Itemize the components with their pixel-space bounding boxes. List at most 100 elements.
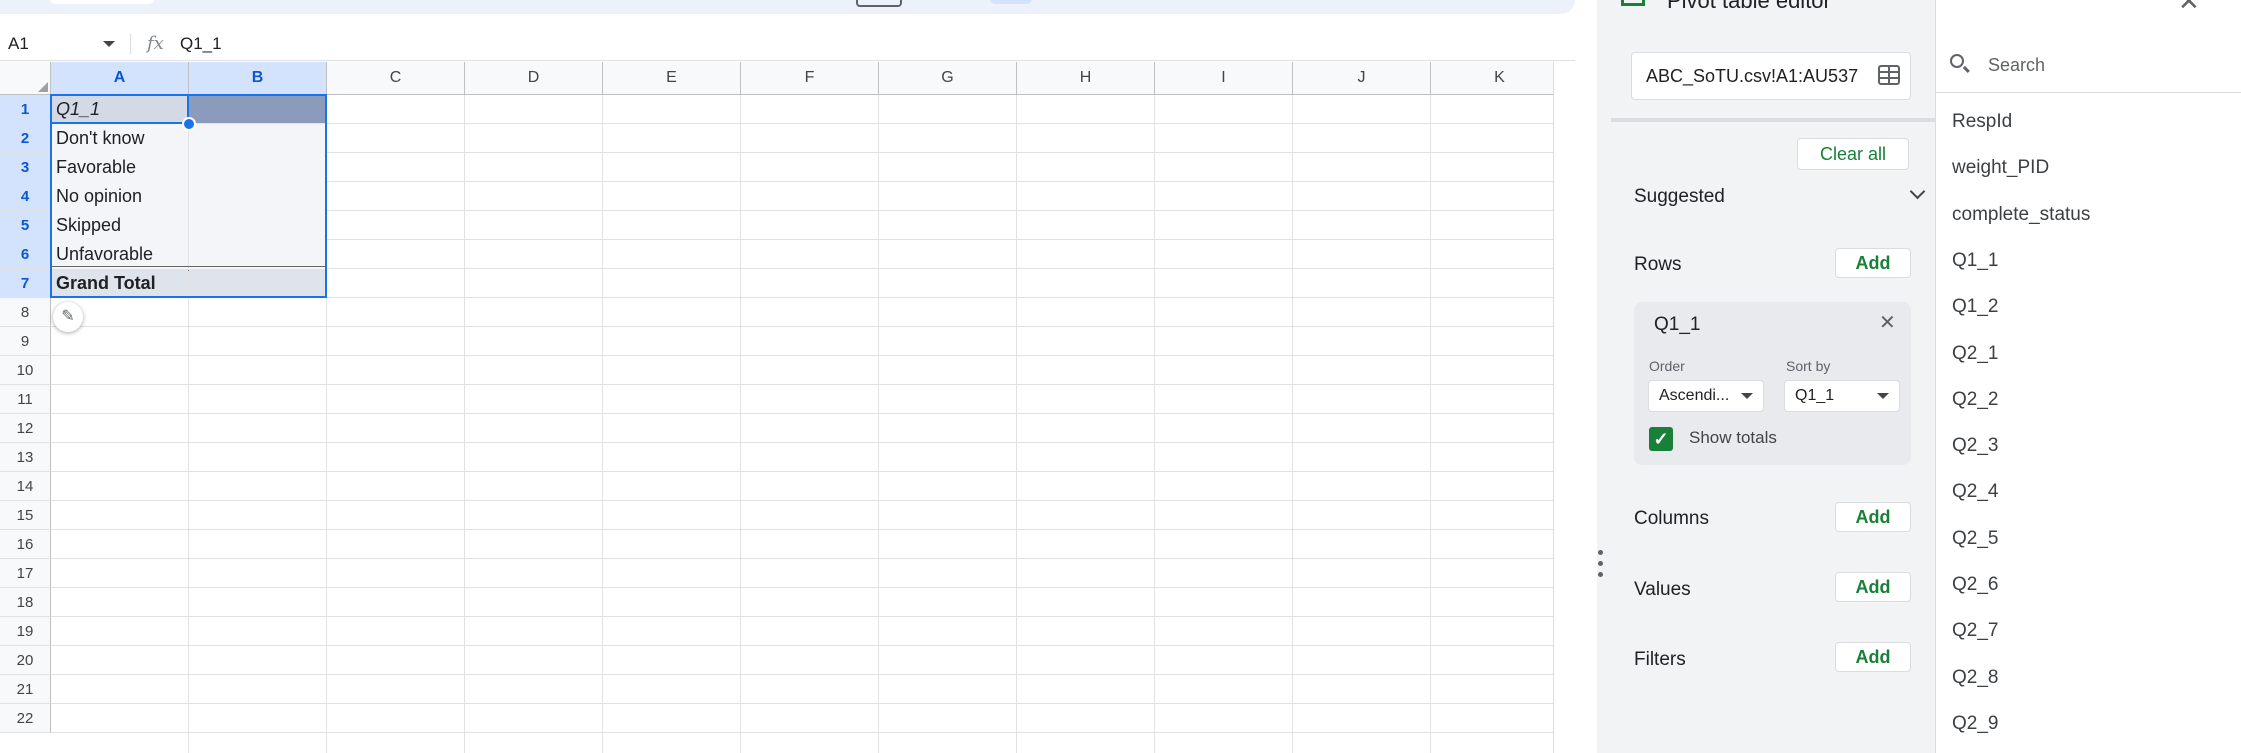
field-item[interactable]: weight_PID bbox=[1952, 157, 2049, 179]
chevron-down-icon bbox=[1741, 393, 1753, 399]
column-header-d[interactable]: D bbox=[465, 62, 603, 95]
toolbar-button[interactable] bbox=[856, 0, 902, 7]
cell-a7[interactable]: Grand Total bbox=[51, 269, 188, 297]
cell-b1[interactable] bbox=[189, 95, 326, 123]
gridline bbox=[51, 471, 1553, 472]
pivot-table-editor: Pivot table editor ABC_SoTU.csv!A1:AU537… bbox=[1597, 0, 2241, 753]
gridline bbox=[51, 587, 1553, 588]
row-field-name: Q1_1 bbox=[1654, 314, 1701, 335]
column-header-a[interactable]: A bbox=[51, 62, 189, 95]
order-label: Order bbox=[1649, 358, 1685, 374]
field-item[interactable]: Q2_7 bbox=[1952, 620, 1998, 642]
field-item[interactable]: Q2_3 bbox=[1952, 435, 1998, 457]
add-values-button[interactable]: Add bbox=[1835, 572, 1911, 602]
row-header-7[interactable]: 7 bbox=[0, 269, 51, 298]
field-item[interactable]: Q2_8 bbox=[1952, 667, 1998, 689]
gridline bbox=[740, 95, 741, 753]
panel-resize-handle[interactable] bbox=[1597, 550, 1605, 584]
gridline bbox=[1292, 95, 1293, 753]
column-header-k[interactable]: K bbox=[1431, 62, 1553, 95]
show-totals-checkbox[interactable]: ✓ bbox=[1649, 427, 1673, 451]
row-header-20[interactable]: 20 bbox=[0, 646, 51, 675]
row-header-15[interactable]: 15 bbox=[0, 501, 51, 530]
row-header-18[interactable]: 18 bbox=[0, 588, 51, 617]
name-box[interactable]: A1 bbox=[8, 28, 118, 60]
field-item[interactable]: Q2_6 bbox=[1952, 574, 1998, 596]
suggested-label[interactable]: Suggested bbox=[1634, 186, 1725, 208]
column-header-h[interactable]: H bbox=[1017, 62, 1155, 95]
data-range-field[interactable]: ABC_SoTU.csv!A1:AU537 bbox=[1631, 52, 1911, 100]
field-item[interactable]: Q2_2 bbox=[1952, 389, 1998, 411]
row-header-10[interactable]: 10 bbox=[0, 356, 51, 385]
column-header-c[interactable]: C bbox=[327, 62, 465, 95]
field-item[interactable]: Q1_1 bbox=[1952, 250, 1998, 272]
grid-select-icon[interactable] bbox=[1878, 65, 1900, 85]
column-header-b[interactable]: B bbox=[189, 62, 327, 95]
fill-handle[interactable] bbox=[182, 117, 196, 131]
formula-input[interactable]: Q1_1 bbox=[180, 28, 222, 60]
row-header-19[interactable]: 19 bbox=[0, 617, 51, 646]
row-header-1[interactable]: 1 bbox=[0, 95, 51, 124]
toolbar-button-active[interactable] bbox=[990, 0, 1032, 4]
toolbar-pill[interactable] bbox=[50, 0, 154, 4]
gridline bbox=[51, 616, 1553, 617]
row-header-14[interactable]: 14 bbox=[0, 472, 51, 501]
gridline bbox=[51, 384, 1553, 385]
field-item[interactable]: complete_status bbox=[1952, 204, 2090, 226]
row-header-6[interactable]: 6 bbox=[0, 240, 51, 269]
add-columns-button[interactable]: Add bbox=[1835, 502, 1911, 532]
field-item[interactable]: Q2_1 bbox=[1952, 343, 1998, 365]
row-header-11[interactable]: 11 bbox=[0, 385, 51, 414]
active-cell bbox=[50, 94, 189, 124]
row-header-8[interactable]: 8 bbox=[0, 298, 51, 327]
select-all-corner[interactable] bbox=[0, 62, 51, 95]
row-header-9[interactable]: 9 bbox=[0, 327, 51, 356]
sort-by-dropdown[interactable]: Q1_1 bbox=[1784, 380, 1900, 412]
row-header-17[interactable]: 17 bbox=[0, 559, 51, 588]
clear-all-button[interactable]: Clear all bbox=[1797, 138, 1909, 170]
column-header-g[interactable]: G bbox=[879, 62, 1017, 95]
field-item[interactable]: Q2_4 bbox=[1952, 481, 1998, 503]
cell-b7[interactable] bbox=[189, 269, 326, 297]
pencil-icon[interactable]: ✎ bbox=[53, 302, 83, 332]
row-header-16[interactable]: 16 bbox=[0, 530, 51, 559]
search-icon bbox=[1950, 54, 1964, 68]
add-rows-button[interactable]: Add bbox=[1835, 248, 1911, 278]
field-search-input[interactable] bbox=[1986, 50, 2230, 80]
column-header-f[interactable]: F bbox=[741, 62, 879, 95]
row-header-5[interactable]: 5 bbox=[0, 211, 51, 240]
field-item[interactable]: RespId bbox=[1952, 111, 2012, 133]
close-icon[interactable]: ✕ bbox=[2178, 0, 2200, 17]
cell-a2[interactable]: Don't know bbox=[51, 124, 188, 152]
order-dropdown[interactable]: Ascendi... bbox=[1648, 380, 1764, 412]
gridline bbox=[51, 703, 1553, 704]
close-icon[interactable]: ✕ bbox=[1879, 310, 1896, 335]
rows-label: Rows bbox=[1634, 254, 1682, 275]
column-header-e[interactable]: E bbox=[603, 62, 741, 95]
gridline bbox=[51, 500, 1553, 501]
field-item[interactable]: Q2_5 bbox=[1952, 528, 1998, 550]
cell-a6[interactable]: Unfavorable bbox=[51, 240, 188, 268]
column-header-j[interactable]: J bbox=[1293, 62, 1431, 95]
row-header-4[interactable]: 4 bbox=[0, 182, 51, 211]
cell-a4[interactable]: No opinion bbox=[51, 182, 188, 210]
row-header-2[interactable]: 2 bbox=[0, 124, 51, 153]
fx-icon: fx bbox=[147, 33, 164, 54]
cell-a3[interactable]: Favorable bbox=[51, 153, 188, 181]
row-header-22[interactable]: 22 bbox=[0, 704, 51, 733]
spreadsheet-grid[interactable]: ABCDEFGHIJK 1 2 3 4 5 6 7 8 9 10 11 12 13 14 15 16 17 18 1… bbox=[0, 62, 1553, 753]
pivot-table-icon bbox=[1621, 0, 1645, 6]
chevron-down-icon[interactable] bbox=[1909, 183, 1926, 200]
gridline bbox=[878, 95, 879, 753]
cell-a5[interactable]: Skipped bbox=[51, 211, 188, 239]
row-header-12[interactable]: 12 bbox=[0, 414, 51, 443]
field-item[interactable]: Q2_9 bbox=[1952, 713, 1998, 735]
name-box-dropdown-icon[interactable] bbox=[103, 41, 115, 47]
row-header-13[interactable]: 13 bbox=[0, 443, 51, 472]
field-item[interactable]: Q1_2 bbox=[1952, 296, 1998, 318]
row-header-21[interactable]: 21 bbox=[0, 675, 51, 704]
column-header-i[interactable]: I bbox=[1155, 62, 1293, 95]
row-header-3[interactable]: 3 bbox=[0, 153, 51, 182]
panel-title: Pivot table editor bbox=[1667, 0, 1831, 13]
add-filters-button[interactable]: Add bbox=[1835, 642, 1911, 672]
